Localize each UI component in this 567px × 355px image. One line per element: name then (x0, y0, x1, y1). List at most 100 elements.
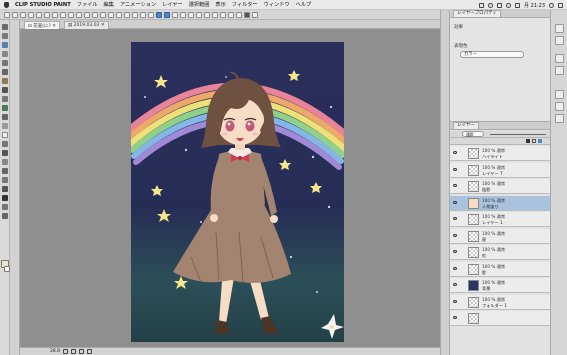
color-set-icon[interactable] (555, 66, 564, 75)
figure-tool-icon[interactable] (2, 168, 8, 174)
actual-size-icon[interactable] (108, 11, 114, 18)
color-white-icon[interactable] (252, 11, 258, 18)
color-wheel-icon[interactable] (555, 54, 564, 63)
sub-view-icon[interactable] (555, 36, 564, 45)
visibility-eye-icon[interactable] (453, 233, 457, 237)
fit-icon[interactable] (100, 11, 106, 18)
menu-window[interactable]: ウィンドウ (264, 1, 290, 8)
snap-icon[interactable] (156, 11, 162, 18)
layer-row[interactable]: 100 % 通常 ハイライト (450, 146, 550, 161)
lock-icon[interactable] (228, 11, 234, 18)
redo-icon[interactable] (36, 11, 42, 18)
zoom-in-button-icon[interactable] (71, 349, 77, 354)
invert-icon[interactable] (188, 11, 194, 18)
blend-mode-select[interactable]: 通常 (462, 131, 484, 137)
visibility-eye-icon[interactable] (453, 266, 457, 270)
airbrush-icon[interactable] (2, 114, 8, 120)
cut-icon[interactable] (52, 11, 58, 18)
tab-document-1[interactable]: ⊡ 花嵐(に? ✕ (24, 21, 61, 29)
screen-icon[interactable] (479, 2, 484, 8)
clock[interactable]: 月 21:23 (524, 2, 545, 9)
visibility-eye-icon[interactable] (453, 250, 457, 253)
volume-icon[interactable] (515, 2, 520, 8)
layer-row[interactable]: 100 % 通常 陰影 (450, 179, 550, 194)
search-icon[interactable] (549, 2, 554, 8)
rotate-right-icon[interactable] (87, 349, 93, 354)
menu-animation[interactable]: アニメーション (120, 1, 156, 8)
operation-tool-icon[interactable] (2, 42, 8, 48)
snap-ruler-icon[interactable] (164, 11, 170, 18)
move-layer-icon[interactable] (2, 51, 8, 57)
ruler-icon[interactable] (140, 11, 146, 18)
grid-icon[interactable] (132, 11, 138, 18)
layer-color-icon[interactable] (526, 139, 530, 143)
control-center-icon[interactable] (558, 2, 563, 8)
undo-icon[interactable] (28, 11, 34, 18)
gradient-icon[interactable] (2, 159, 8, 165)
reference-icon[interactable] (220, 11, 226, 18)
color-black-icon[interactable] (244, 11, 250, 18)
layer-row[interactable]: 100 % 通常 レイヤー 7 (450, 162, 550, 178)
blend-tool-icon[interactable] (2, 141, 8, 147)
layer-mask-icon[interactable] (532, 139, 536, 143)
open-icon[interactable] (12, 11, 18, 18)
decoration-icon[interactable] (2, 123, 8, 129)
rotate-left-icon[interactable] (79, 349, 85, 354)
layer-settings-icon[interactable] (538, 139, 542, 143)
menu-file[interactable]: ファイル (77, 1, 98, 8)
navigator-icon[interactable] (555, 24, 564, 33)
menu-layer[interactable]: レイヤー (162, 1, 183, 8)
eyedropper-icon[interactable] (2, 78, 8, 84)
new-file-icon[interactable] (4, 11, 10, 18)
layer-row[interactable]: 100 % 通常 背景 (450, 278, 550, 293)
select-all-icon[interactable] (172, 11, 178, 18)
bluetooth-icon[interactable] (497, 2, 502, 8)
border-icon[interactable] (204, 11, 210, 18)
deselect-icon[interactable] (180, 11, 186, 18)
selection-tool-icon[interactable] (2, 60, 8, 66)
material-icon[interactable] (555, 90, 564, 99)
layer-row[interactable]: 100 % 通常 フォルダー 1 (450, 294, 550, 310)
brush-tool-icon[interactable] (2, 105, 8, 111)
visibility-eye-icon[interactable] (453, 200, 457, 204)
visibility-eye-icon[interactable] (453, 217, 457, 220)
menu-view[interactable]: 表示 (215, 1, 225, 8)
apple-icon[interactable] (4, 1, 9, 8)
save-icon[interactable] (20, 11, 26, 18)
tab-layer[interactable]: レイヤー (453, 122, 479, 129)
zoom-value[interactable]: 28.8 (50, 349, 60, 354)
text-tool-icon[interactable] (2, 195, 8, 201)
layer-row[interactable]: 100 % 通常影 (450, 261, 550, 277)
paste-icon[interactable] (68, 11, 74, 18)
guide-icon[interactable] (148, 11, 154, 18)
menu-help[interactable]: ヘルプ (296, 1, 312, 8)
visibility-eye-icon[interactable] (453, 316, 457, 319)
mask-icon[interactable] (236, 11, 242, 18)
pen-tool-icon[interactable] (2, 87, 8, 93)
visibility-eye-icon[interactable] (453, 151, 457, 154)
copy-icon[interactable] (60, 11, 66, 18)
fill-icon[interactable] (196, 11, 202, 18)
clip-icon[interactable] (212, 11, 218, 18)
correct-line-icon[interactable] (2, 213, 8, 219)
zoom-out-icon[interactable] (92, 11, 98, 18)
expression-color-select[interactable]: カラー (460, 51, 524, 58)
menu-filter[interactable]: フィルター (232, 1, 258, 8)
ruler-tool-icon[interactable] (2, 186, 8, 192)
wifi-icon[interactable] (506, 2, 511, 8)
zoom-out-button-icon[interactable] (63, 349, 69, 354)
layer-row[interactable]: 100 % 通常 レイヤー 1 (450, 212, 550, 227)
visibility-eye-icon[interactable] (453, 167, 457, 171)
app-menu[interactable]: CLIP STUDIO PAINT (15, 2, 71, 8)
transform-icon[interactable] (76, 11, 82, 18)
layer-row[interactable]: 100 % 通常虹 (450, 245, 550, 260)
rotate-icon[interactable] (116, 11, 122, 18)
artwork-canvas[interactable] (131, 42, 344, 342)
tab-layer-property[interactable]: レイヤープロパティ (453, 10, 501, 17)
auto-action-icon[interactable] (555, 114, 564, 123)
eraser-icon[interactable] (2, 132, 8, 138)
lasso-icon[interactable] (2, 69, 8, 75)
menu-edit[interactable]: 編集 (104, 1, 114, 8)
move-tool-icon[interactable] (2, 33, 8, 39)
zoom-tool-icon[interactable] (2, 24, 8, 30)
